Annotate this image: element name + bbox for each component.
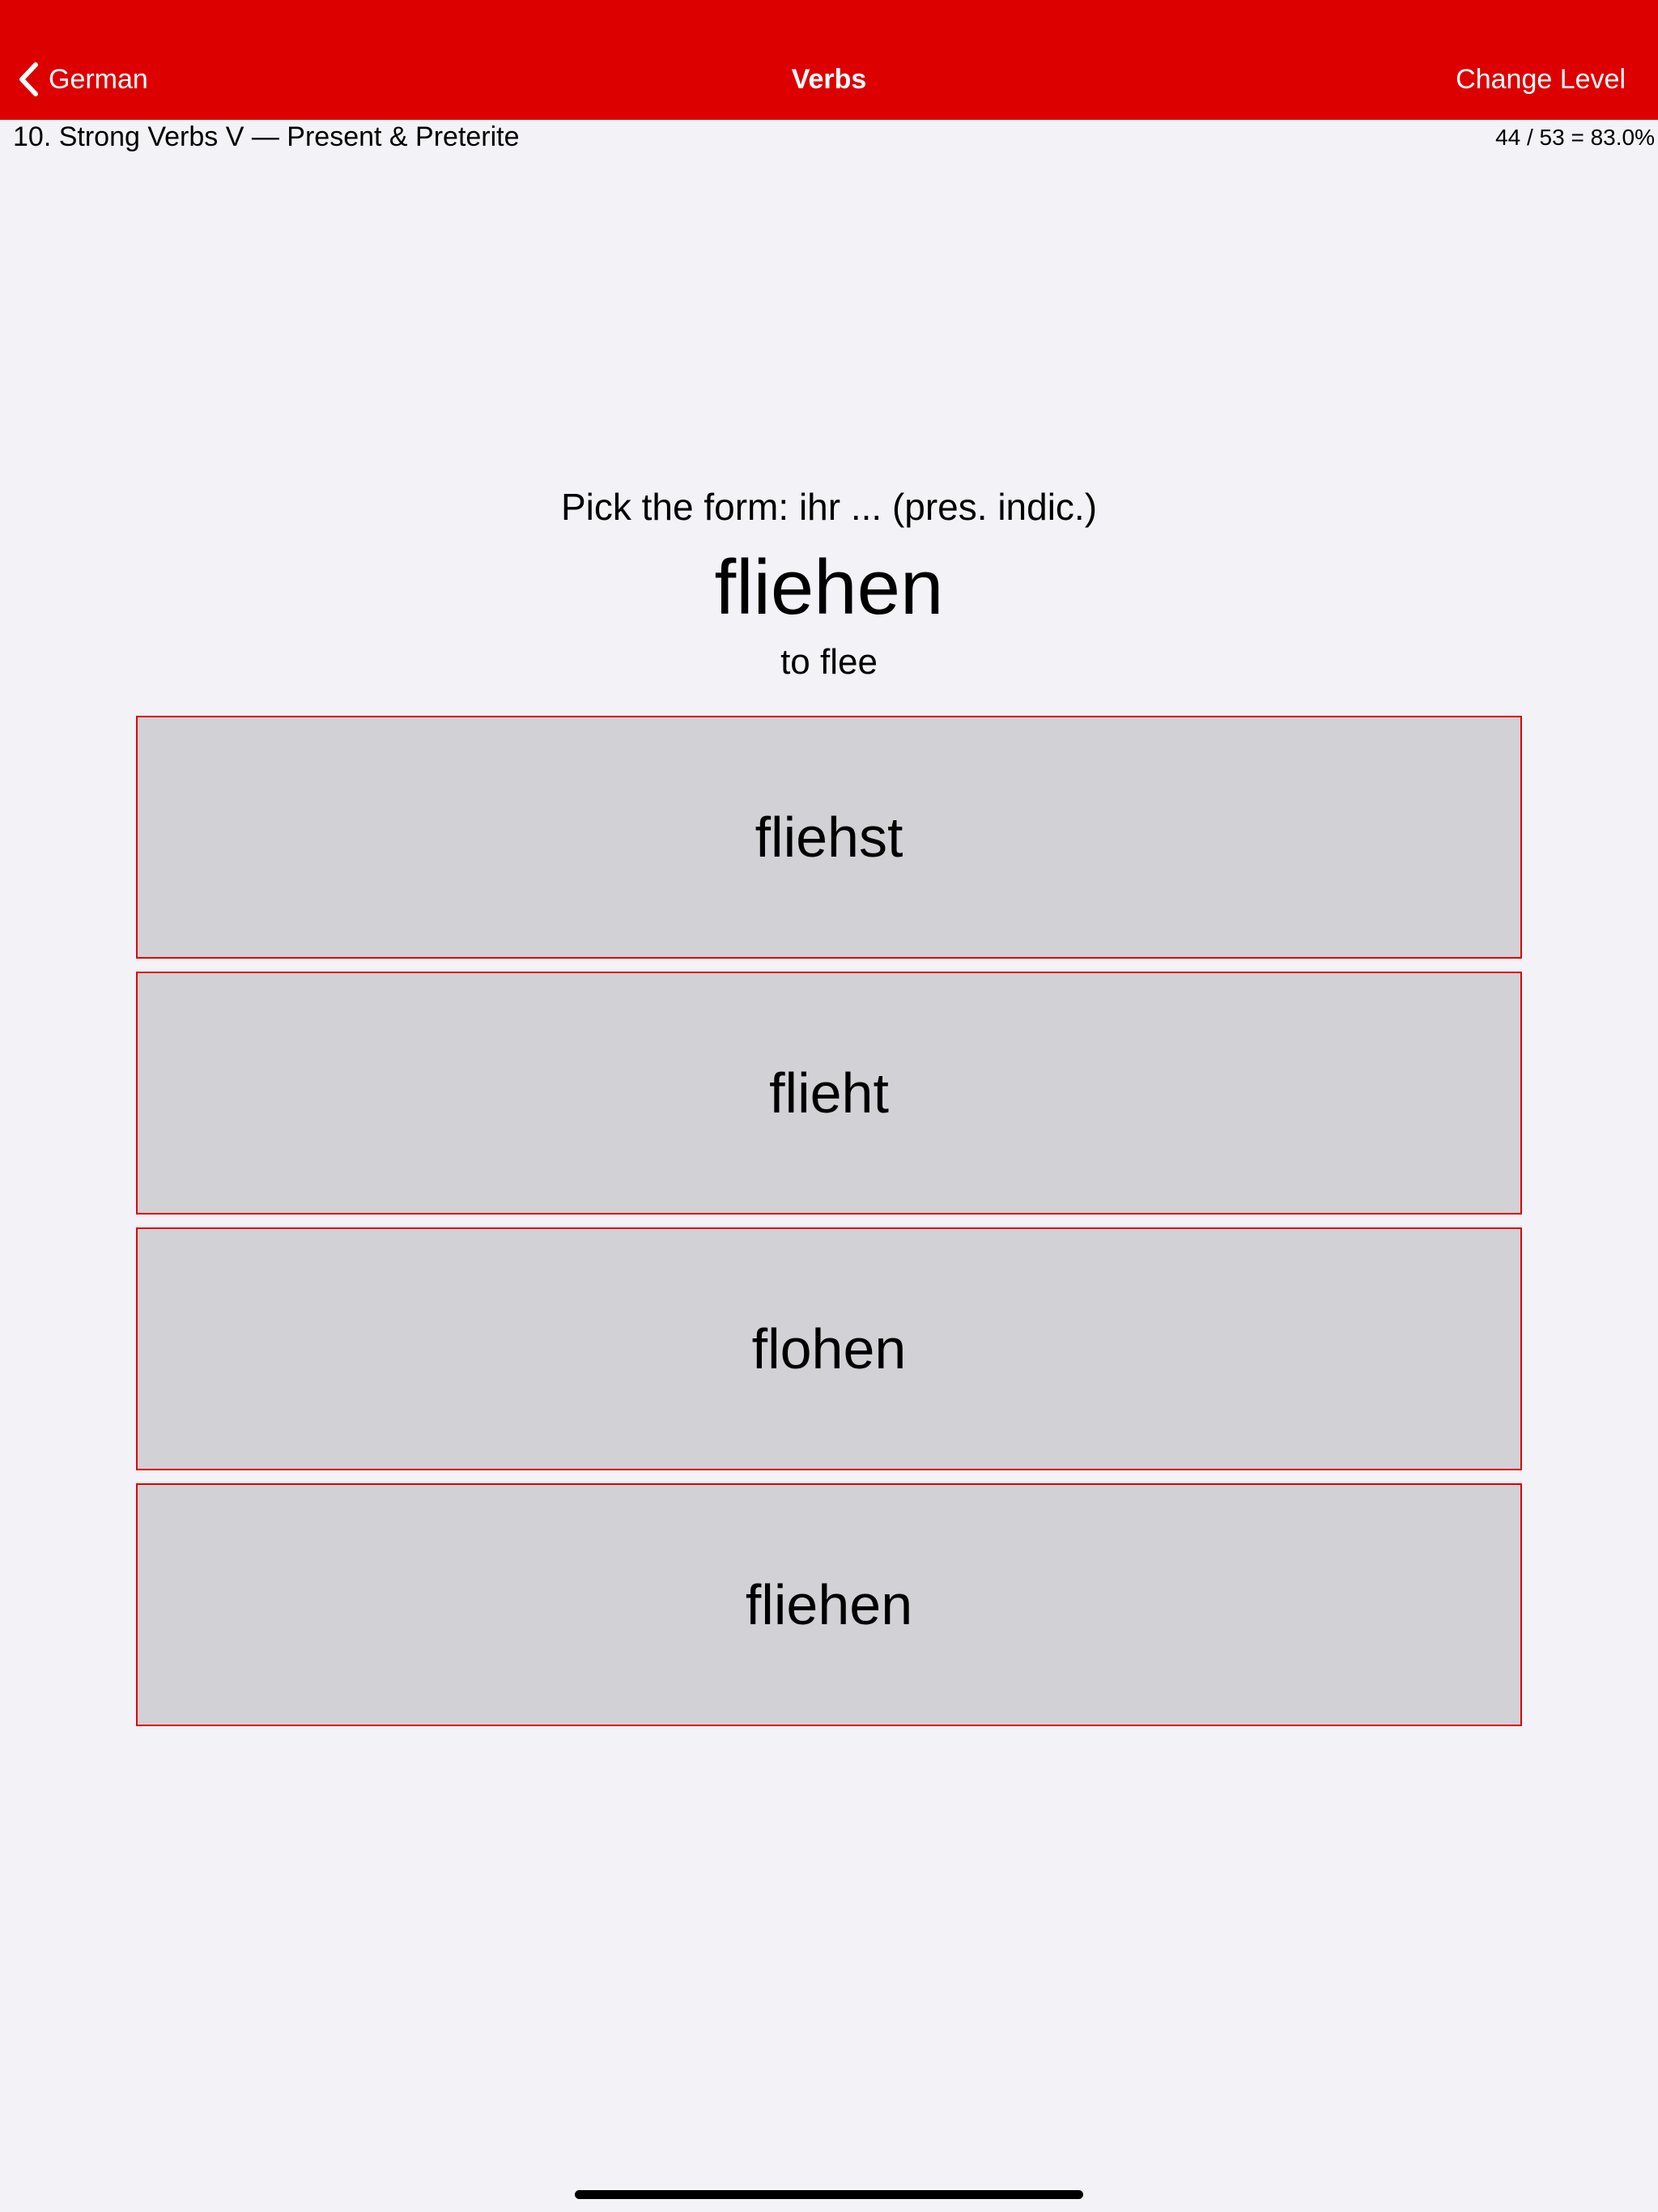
- question-prompt: Pick the form: ihr ... (pres. indic.): [560, 486, 1098, 528]
- home-indicator[interactable]: [575, 2190, 1083, 2199]
- verb-translation: to flee: [780, 642, 878, 682]
- verb-headword: fliehen: [714, 544, 944, 631]
- lesson-title: 10. Strong Verbs V — Present & Preterite: [13, 121, 520, 152]
- answer-list: fliehst flieht flohen fliehen: [136, 716, 1522, 1739]
- score-label: 44 / 53 = 83.0%: [1495, 125, 1655, 150]
- answer-button[interactable]: fliehst: [136, 716, 1522, 959]
- nav-bar: German Verbs Change Level: [0, 0, 1658, 120]
- back-button[interactable]: German: [18, 55, 148, 104]
- change-level-button[interactable]: Change Level: [1456, 55, 1626, 104]
- answer-button[interactable]: flieht: [136, 972, 1522, 1214]
- back-button-label: German: [49, 64, 148, 95]
- answer-button[interactable]: flohen: [136, 1227, 1522, 1470]
- chevron-left-icon: [18, 62, 39, 97]
- nav-title: Verbs: [791, 64, 867, 95]
- answer-button[interactable]: fliehen: [136, 1483, 1522, 1726]
